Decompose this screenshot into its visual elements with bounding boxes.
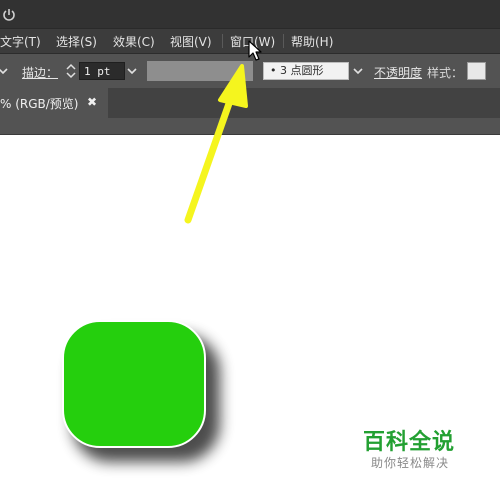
menu-view[interactable]: 视图(V) bbox=[170, 33, 212, 50]
menu-type[interactable]: 文字(T) bbox=[0, 33, 41, 50]
rounded-rectangle-shape[interactable] bbox=[62, 320, 206, 448]
chevron-down-icon[interactable] bbox=[125, 64, 139, 78]
brush-definition-select[interactable]: • 3 点圆形 bbox=[263, 62, 349, 80]
close-icon[interactable]: ✖ bbox=[87, 95, 97, 109]
menu-select[interactable]: 选择(S) bbox=[56, 33, 97, 50]
title-bar bbox=[0, 0, 500, 28]
chevron-down-icon[interactable] bbox=[351, 64, 365, 78]
menu-separator bbox=[222, 34, 223, 48]
menu-help[interactable]: 帮助(H) bbox=[291, 33, 333, 50]
stroke-label[interactable]: 描边： bbox=[22, 64, 58, 81]
stroke-stepper-icon[interactable] bbox=[64, 62, 78, 80]
opacity-label[interactable]: 不透明度 bbox=[374, 64, 422, 81]
app-power-icon[interactable] bbox=[0, 8, 18, 22]
ruler bbox=[0, 118, 500, 135]
watermark-subtitle: 助你轻松解决 bbox=[371, 456, 450, 470]
chevron-down-icon[interactable] bbox=[0, 64, 10, 78]
stroke-weight-input[interactable]: 1 pt bbox=[79, 62, 125, 80]
style-label: 样式： bbox=[427, 66, 464, 80]
variable-width-profile[interactable] bbox=[147, 61, 253, 81]
watermark-title: 百科全说 bbox=[363, 430, 456, 455]
document-tab-bar: % (RGB/预览) ✖ bbox=[0, 88, 500, 118]
document-tab[interactable]: % (RGB/预览) ✖ bbox=[0, 88, 108, 118]
mouse-cursor-icon bbox=[248, 40, 262, 61]
document-tab-label: % (RGB/预览) bbox=[0, 97, 79, 111]
menu-separator bbox=[283, 34, 284, 48]
menu-effect[interactable]: 效果(C) bbox=[113, 33, 155, 50]
graphic-style-swatch[interactable] bbox=[467, 62, 486, 80]
